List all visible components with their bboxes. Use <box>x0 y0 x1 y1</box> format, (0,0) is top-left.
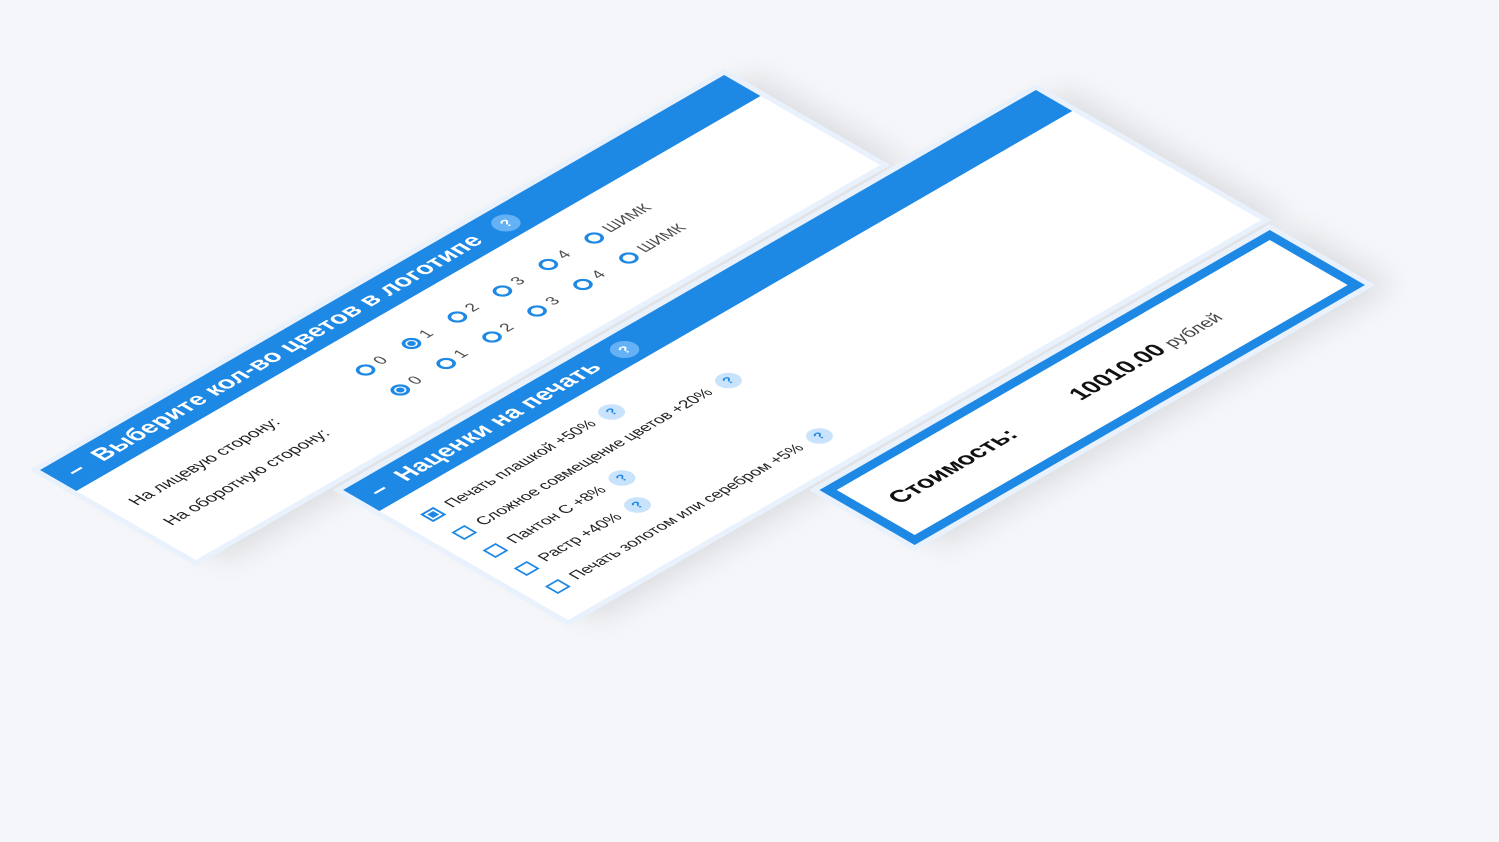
back-side-radio-option[interactable]: 2 <box>470 317 526 349</box>
radio-option-label: 2 <box>461 301 484 315</box>
radio-circle-icon[interactable] <box>442 309 471 326</box>
radio-circle-icon[interactable] <box>397 335 425 352</box>
radio-option-label: 0 <box>404 374 427 388</box>
cost-value-block: 10010.00рублей <box>1063 308 1230 405</box>
checkbox[interactable] <box>451 525 478 541</box>
cost-unit: рублей <box>1158 310 1228 350</box>
collapse-icon[interactable]: – <box>361 480 396 500</box>
radio-option-label: 2 <box>495 321 519 335</box>
back-side-radio-option[interactable]: 4 <box>562 264 618 296</box>
cost-label: Стоимость: <box>881 425 1025 508</box>
help-icon[interactable]: ? <box>618 493 657 516</box>
radio-circle-icon[interactable] <box>431 355 460 372</box>
radio-option-label: 1 <box>415 327 438 341</box>
checkbox[interactable] <box>545 579 572 595</box>
help-icon[interactable]: ? <box>592 400 631 423</box>
radio-option-label: 4 <box>587 268 611 282</box>
radio-circle-icon[interactable] <box>580 229 609 246</box>
stage: – Выберите кол-во цветов в логотипе ? На… <box>0 0 1499 842</box>
radio-circle-icon[interactable] <box>534 256 563 273</box>
checkbox[interactable] <box>482 543 509 559</box>
help-icon[interactable]: ? <box>800 424 839 447</box>
help-icon[interactable]: ? <box>709 369 748 392</box>
radio-circle-icon[interactable] <box>385 382 414 399</box>
help-icon[interactable]: ? <box>603 337 645 362</box>
radio-circle-icon[interactable] <box>523 302 552 319</box>
back-side-radio-option[interactable]: 3 <box>516 291 572 323</box>
back-side-radio-option[interactable]: 1 <box>424 344 480 376</box>
radio-option-label: 1 <box>450 347 473 361</box>
collapse-icon[interactable]: – <box>58 460 93 480</box>
cost-value: 10010.00 <box>1062 340 1173 404</box>
help-icon[interactable]: ? <box>602 466 641 489</box>
help-icon[interactable]: ? <box>485 210 527 235</box>
radio-option-label: 3 <box>541 294 565 308</box>
calculator-form: – Выберите кол-во цветов в логотипе ? На… <box>40 20 1365 620</box>
checkbox[interactable] <box>420 507 447 523</box>
radio-option-label: 4 <box>552 248 576 262</box>
checkbox[interactable] <box>513 561 540 577</box>
radio-option-label: 3 <box>507 274 530 288</box>
radio-circle-icon[interactable] <box>488 282 517 299</box>
radio-circle-icon[interactable] <box>477 329 506 346</box>
radio-circle-icon[interactable] <box>615 249 643 266</box>
radio-circle-icon[interactable] <box>351 362 380 379</box>
radio-circle-icon[interactable] <box>569 276 597 293</box>
radio-option-label: 0 <box>369 354 393 368</box>
